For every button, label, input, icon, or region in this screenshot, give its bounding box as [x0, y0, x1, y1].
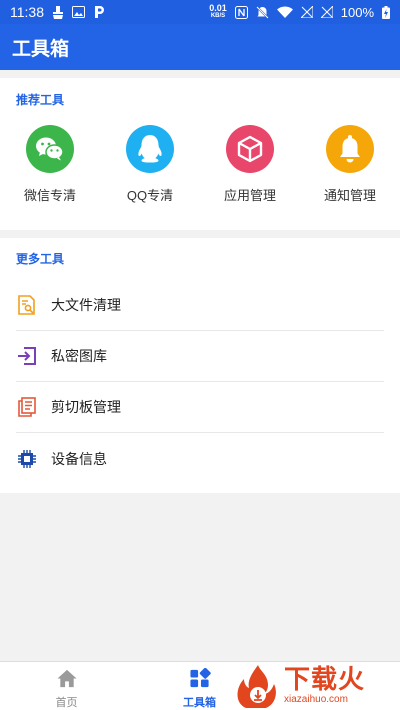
qq-icon — [126, 125, 174, 173]
recommend-card: 推荐工具 微信专清 QQ专清 应用管理 通知管理 — [0, 78, 400, 230]
app-bar: 工具箱 — [0, 24, 400, 70]
flame-logo-icon — [237, 664, 276, 708]
signal-off-icon — [300, 6, 313, 18]
status-bar: 11:38 0.01 KB/S 100% — [0, 0, 400, 24]
nav-home-label: 首页 — [55, 697, 78, 709]
tool-label: QQ专清 — [126, 188, 174, 203]
tool-label: 设备信息 — [51, 450, 107, 467]
tool-qq-clean[interactable]: QQ专清 — [100, 125, 200, 204]
tool-clipboard-manage[interactable]: 剪切板管理 — [16, 382, 384, 433]
watermark-url: xiazaihuo.com — [284, 694, 348, 705]
recommend-grid: 微信专清 QQ专清 应用管理 通知管理 — [0, 125, 400, 204]
recommend-section-title: 推荐工具 — [16, 93, 65, 107]
large-file-icon — [16, 294, 38, 316]
nfc-icon — [234, 5, 248, 19]
watermark-title: 下载火 — [284, 665, 366, 695]
home-icon — [56, 669, 77, 688]
tool-private-gallery[interactable]: 私密图库 — [16, 331, 384, 382]
cleaner-icon — [53, 5, 63, 19]
tool-label: 微信专清 — [23, 188, 76, 203]
status-time: 11:38 — [10, 4, 44, 20]
watermark: 下载火 xiazaihuo.com — [236, 661, 400, 710]
signal-off-icon-2 — [320, 6, 333, 18]
private-gallery-icon — [16, 345, 38, 367]
mute-bell-icon — [256, 5, 269, 19]
clipboard-icon — [16, 396, 38, 418]
tool-app-manage[interactable]: 应用管理 — [200, 125, 300, 204]
bell-icon — [326, 125, 374, 173]
chip-icon — [16, 448, 38, 470]
toolbox-grid-icon — [189, 668, 211, 688]
tool-label: 剪切板管理 — [51, 399, 121, 415]
more-tools-card: 更多工具 大文件清理 私密图库 剪切板管理 设备信息 — [0, 238, 400, 493]
battery-percent: 100% — [340, 4, 374, 20]
page-title: 工具箱 — [12, 38, 70, 60]
wechat-icon — [26, 125, 74, 173]
tool-label: 大文件清理 — [51, 297, 121, 313]
nav-toolbox-label: 工具箱 — [183, 697, 216, 709]
tool-large-file-clean[interactable]: 大文件清理 — [16, 280, 384, 331]
more-section-title: 更多工具 — [16, 252, 65, 266]
nav-home[interactable]: 首页 — [0, 662, 133, 710]
battery-icon — [382, 5, 390, 19]
network-speed: 0.01 KB/S — [209, 3, 227, 20]
parking-icon — [95, 6, 104, 18]
wifi-icon — [276, 6, 293, 18]
tool-label: 应用管理 — [223, 188, 276, 203]
more-tools-list: 大文件清理 私密图库 剪切板管理 设备信息 — [0, 280, 400, 484]
tool-label: 私密图库 — [51, 348, 107, 364]
tool-label: 通知管理 — [323, 188, 376, 203]
app-box-icon — [226, 125, 274, 173]
tool-wechat-clean[interactable]: 微信专清 — [0, 125, 100, 204]
tool-notify-manage[interactable]: 通知管理 — [300, 125, 400, 204]
image-icon — [72, 6, 85, 18]
tool-device-info[interactable]: 设备信息 — [16, 433, 384, 484]
